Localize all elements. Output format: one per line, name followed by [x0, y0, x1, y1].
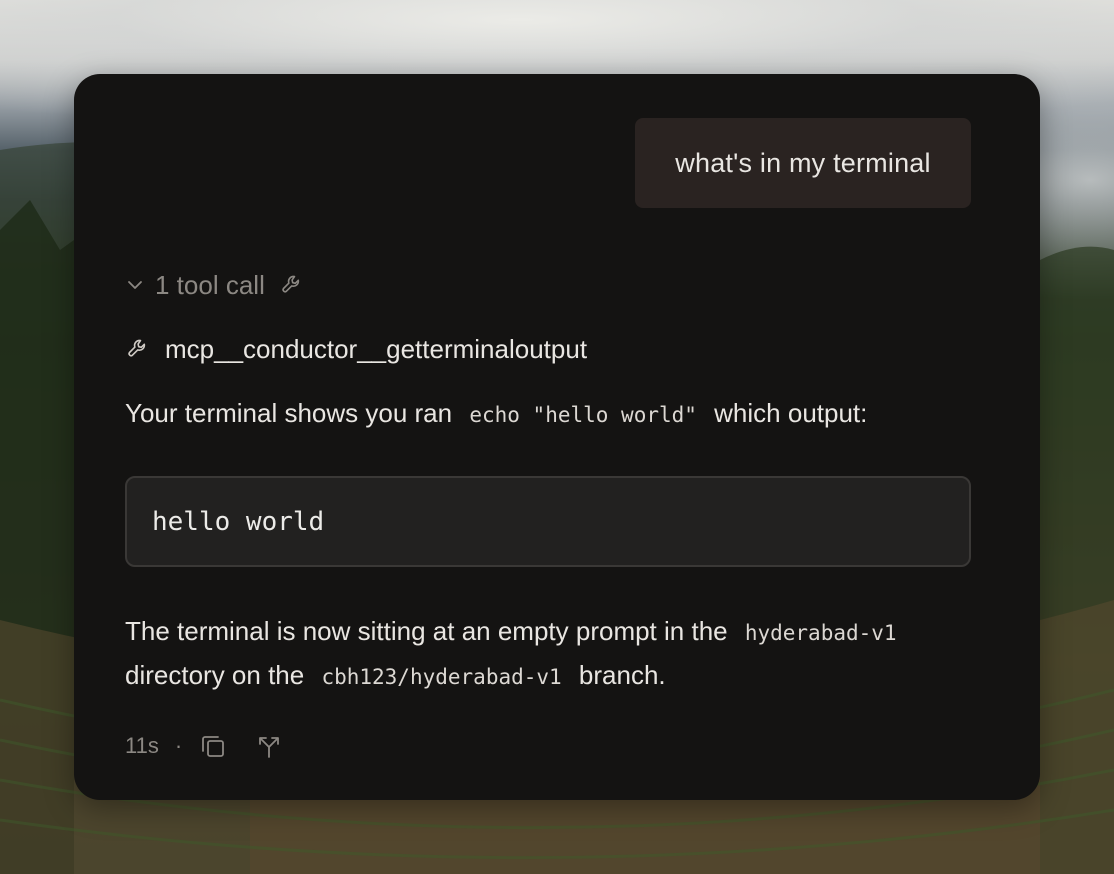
message-footer: 11s ·: [125, 728, 284, 764]
inline-code-command: echo "hello world": [469, 403, 697, 427]
footer-separator: ·: [174, 733, 183, 758]
copy-button[interactable]: [198, 731, 228, 761]
inline-code-branch: cbh123/hyderabad-v1: [321, 665, 562, 689]
user-message-bubble: what's in my terminal: [635, 118, 971, 208]
para1-text-after: which output:: [714, 398, 868, 428]
tool-calls-toggle[interactable]: 1 tool call: [125, 267, 305, 303]
wrench-icon: [279, 272, 305, 298]
para1-text-before: Your terminal shows you ran: [125, 398, 453, 428]
response-duration: 11s: [125, 733, 159, 758]
tool-call-item[interactable]: mcp__conductor__getterminaloutput: [125, 331, 587, 367]
fork-button[interactable]: [254, 731, 284, 761]
fork-icon: [259, 737, 280, 758]
chat-card: what's in my terminal 1 tool call mcp__c…: [74, 74, 1040, 800]
tool-calls-count-label: 1 tool call: [155, 269, 265, 300]
chevron-down-icon: [125, 275, 145, 295]
para2-text-after: branch.: [578, 660, 666, 690]
response-paragraph-2: The terminal is now sitting at an empty …: [125, 610, 985, 698]
copy-icon: [202, 736, 225, 757]
para2-text-middle: directory on the: [125, 660, 305, 690]
tool-call-name: mcp__conductor__getterminaloutput: [165, 333, 588, 364]
para2-text-before: The terminal is now sitting at an empty …: [125, 616, 728, 646]
inline-code-directory: hyderabad-v1: [744, 621, 897, 645]
code-block-output: hello world: [125, 476, 971, 567]
wrench-icon: [125, 336, 151, 362]
code-block-text: hello world: [152, 506, 325, 537]
response-paragraph-1: Your terminal shows you ran echo "hello …: [125, 392, 985, 436]
user-message-text: what's in my terminal: [675, 147, 931, 178]
